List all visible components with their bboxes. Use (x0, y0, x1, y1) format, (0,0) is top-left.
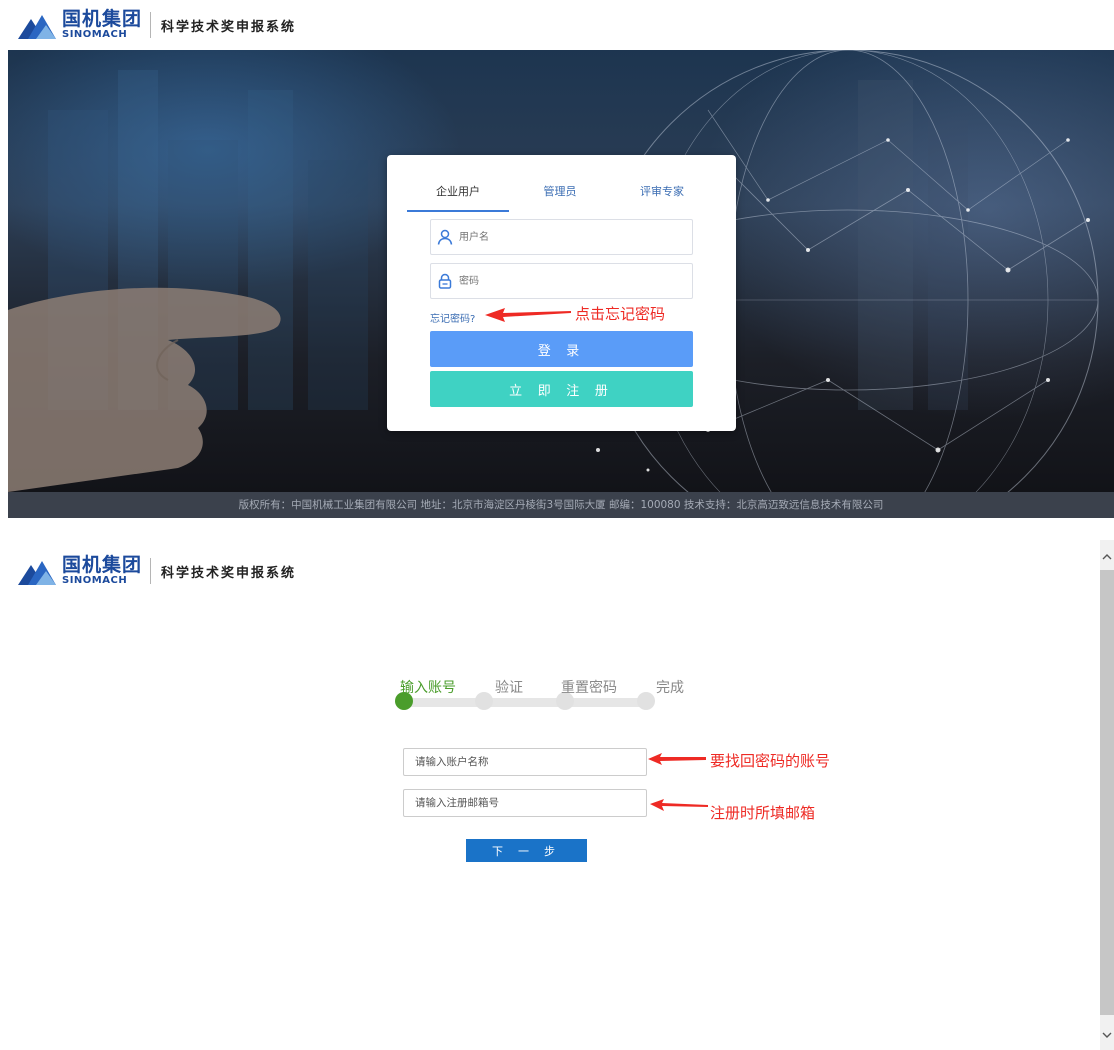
step-dot-complete (637, 692, 655, 710)
logo-text: 国机集团 SINOMACH (62, 556, 142, 586)
page-scrollbar[interactable] (1100, 540, 1114, 1050)
password-field[interactable] (430, 263, 693, 299)
step-label-verify: 验证 (495, 680, 523, 696)
logo-en-text: SINOMACH (62, 575, 128, 586)
logo-divider (150, 558, 152, 584)
lock-icon (438, 273, 452, 289)
scroll-up-button[interactable] (1100, 548, 1114, 566)
annotation-registered-email: 注册时所填邮箱 (710, 804, 816, 822)
username-input[interactable] (457, 230, 657, 244)
red-arrow-icon (648, 753, 706, 765)
annotation-click-forgot: 点击忘记密码 (575, 305, 666, 323)
recovery-logo[interactable]: 国机集团 SINOMACH 科学技术奖申报系统 (18, 556, 296, 586)
step-label-input-account: 输入账号 (400, 680, 456, 696)
logo-cn-text: 国机集团 (62, 8, 143, 30)
logo-en-text: SINOMACH (62, 29, 128, 40)
username-field[interactable] (430, 219, 693, 255)
forgot-password-link[interactable]: 忘记密码? (430, 310, 475, 325)
login-tabs: 企业用户 管理员 评审专家 (407, 178, 713, 212)
copyright-footer: 版权所有：中国机械工业集团有限公司 地址：北京市海淀区丹棱街3号国际大厦 邮编：… (8, 492, 1114, 518)
step-label-reset-password: 重置密码 (561, 680, 617, 696)
registered-email-input[interactable] (403, 789, 647, 817)
tab-enterprise-user[interactable]: 企业用户 (407, 178, 509, 212)
step-label-complete: 完成 (656, 680, 684, 696)
recovery-header: 国机集团 SINOMACH 科学技术奖申报系统 (0, 546, 1100, 594)
tab-review-expert[interactable]: 评审专家 (611, 178, 713, 212)
chevron-down-icon (1102, 1032, 1112, 1038)
logo[interactable]: 国机集团 SINOMACH 科学技术奖申报系统 (18, 10, 296, 40)
system-title: 科学技术奖申报系统 (161, 565, 297, 581)
register-button[interactable]: 立 即 注 册 (430, 371, 693, 407)
next-step-button[interactable]: 下 一 步 (466, 839, 587, 862)
scroll-thumb[interactable] (1100, 570, 1114, 1015)
step-track (401, 698, 649, 707)
sinomach-logo-icon (18, 15, 56, 39)
logo-cn-text: 国机集团 (62, 554, 143, 576)
system-title: 科学技术奖申报系统 (161, 19, 297, 35)
red-arrow-icon (650, 799, 708, 811)
red-arrow-icon (485, 308, 571, 322)
sinomach-logo-icon (18, 561, 56, 585)
logo-text: 国机集团 SINOMACH (62, 10, 142, 40)
chevron-up-icon (1102, 554, 1112, 560)
recovery-steps: 输入账号 验证 重置密码 完成 (395, 672, 684, 712)
scroll-down-button[interactable] (1100, 1026, 1114, 1044)
step-dot-verify (475, 692, 493, 710)
user-icon (437, 229, 453, 245)
annotation-account-to-recover: 要找回密码的账号 (710, 752, 831, 770)
login-button[interactable]: 登 录 (430, 331, 693, 367)
tab-admin[interactable]: 管理员 (509, 178, 611, 212)
logo-divider (150, 12, 152, 38)
account-name-input[interactable] (403, 748, 647, 776)
password-input[interactable] (457, 274, 657, 288)
login-card: 企业用户 管理员 评审专家 忘记密码? 登 录 立 即 注 册 (387, 155, 736, 431)
top-header: 国机集团 SINOMACH 科学技术奖申报系统 (0, 0, 1100, 48)
